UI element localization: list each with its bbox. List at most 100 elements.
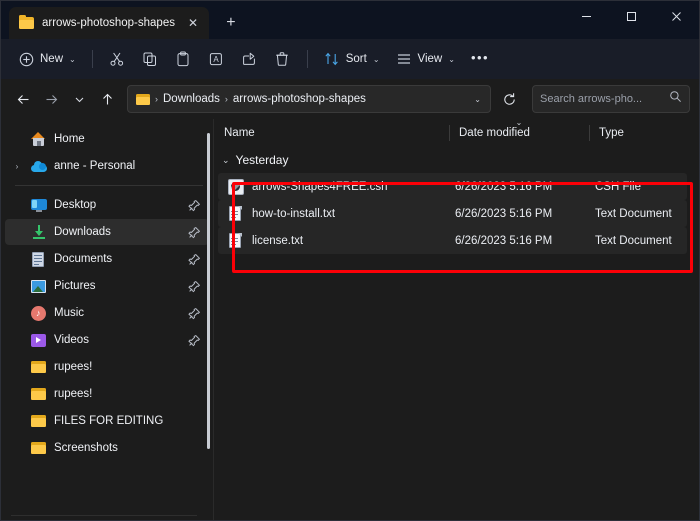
sidebar-scrollbar[interactable] — [207, 133, 210, 449]
sidebar-item-label: Documents — [54, 253, 113, 265]
more-options-button[interactable]: ••• — [464, 45, 496, 73]
view-list-icon — [396, 51, 413, 68]
view-button[interactable]: View ⌄ — [389, 45, 462, 73]
breadcrumb-separator: › — [155, 94, 158, 104]
forward-button[interactable] — [38, 86, 64, 112]
breadcrumb-item-downloads[interactable]: Downloads — [163, 93, 220, 105]
sidebar-item-label: anne - Personal — [54, 160, 136, 172]
recent-locations-button[interactable] — [66, 86, 92, 112]
breadcrumb-separator: › — [224, 94, 228, 104]
column-header-type[interactable]: Type — [589, 119, 699, 147]
sidebar-item-rupees-2[interactable]: rupees! — [5, 381, 209, 407]
file-type-cell: Text Document — [595, 207, 672, 220]
videos-icon — [30, 332, 47, 349]
address-bar: › Downloads › arrows-photoshop-shapes ⌄ … — [1, 79, 699, 119]
trash-icon — [274, 51, 291, 68]
cut-button[interactable] — [102, 45, 133, 73]
pin-icon[interactable] — [188, 280, 201, 293]
table-row[interactable]: how-to-install.txt 6/26/2023 5:16 PM Tex… — [218, 200, 687, 227]
minimize-icon[interactable] — [564, 1, 609, 31]
desktop-icon — [30, 197, 47, 214]
csh-file-icon — [228, 178, 244, 195]
file-date-cell: 6/26/2023 5:16 PM — [455, 180, 553, 193]
chevron-down-icon: ⌄ — [448, 54, 455, 64]
chevron-right-icon[interactable]: › — [11, 162, 23, 171]
sidebar-item-label: Screenshots — [54, 442, 118, 454]
column-header-type-label: Type — [599, 127, 624, 139]
delete-button[interactable] — [267, 45, 298, 73]
sidebar-item-label: Videos — [54, 334, 89, 346]
search-input[interactable]: Search arrows-pho... — [540, 93, 663, 105]
table-row[interactable]: arrows-Shapes4FREE.csh 6/26/2023 5:16 PM… — [218, 173, 687, 200]
folder-icon — [30, 440, 47, 457]
sidebar-item-rupees-1[interactable]: rupees! — [5, 354, 209, 380]
folder-icon — [136, 93, 150, 105]
pin-icon[interactable] — [188, 199, 201, 212]
breadcrumb[interactable]: › Downloads › arrows-photoshop-shapes ⌄ — [127, 85, 491, 113]
copy-button[interactable] — [135, 45, 166, 73]
home-icon — [30, 131, 47, 148]
group-header-yesterday[interactable]: ⌄ Yesterday — [214, 147, 699, 173]
close-icon[interactable]: ✕ — [183, 13, 203, 33]
sidebar-item-label: FILES FOR EDITING — [54, 415, 164, 427]
sidebar-item-onedrive[interactable]: › anne - Personal — [5, 153, 209, 179]
sidebar-item-label: rupees! — [54, 361, 93, 373]
sidebar-item-label: rupees! — [54, 388, 93, 400]
ellipsis-icon: ••• — [470, 49, 490, 65]
sort-button-label: Sort — [345, 53, 367, 65]
sidebar-item-screenshots[interactable]: Screenshots — [5, 435, 209, 461]
sidebar-item-label: Home — [54, 133, 85, 145]
chevron-down-icon[interactable]: ⌄ — [471, 95, 484, 104]
new-button-label: New — [40, 53, 64, 65]
sidebar-item-documents[interactable]: Documents — [5, 246, 209, 272]
sidebar-item-label: Desktop — [54, 199, 97, 211]
sidebar-item-pictures[interactable]: Pictures — [5, 273, 209, 299]
svg-text:A: A — [214, 55, 220, 64]
sort-button[interactable]: Sort ⌄ — [317, 45, 387, 73]
file-explorer-window: arrows-photoshop-shapes ✕ + New ⌄ A Sort… — [0, 0, 700, 521]
maximize-icon[interactable] — [609, 1, 654, 31]
search-icon — [669, 90, 682, 108]
pin-icon[interactable] — [188, 334, 201, 347]
sidebar-item-desktop[interactable]: Desktop — [5, 192, 209, 218]
search-box[interactable]: Search arrows-pho... — [532, 85, 690, 113]
pin-icon[interactable] — [188, 307, 201, 320]
table-row[interactable]: license.txt 6/26/2023 5:16 PM Text Docum… — [218, 227, 687, 254]
column-header-name[interactable]: Name — [214, 119, 449, 147]
file-name-cell: license.txt — [218, 232, 449, 249]
navigation-pane: Home › anne - Personal Desktop Downloads… — [1, 119, 213, 520]
explorer-body: Home › anne - Personal Desktop Downloads… — [1, 118, 699, 520]
close-icon[interactable] — [654, 1, 699, 31]
tab-arrows-photoshop-shapes[interactable]: arrows-photoshop-shapes ✕ — [9, 7, 209, 39]
sidebar-item-videos[interactable]: Videos — [5, 327, 209, 353]
pin-icon[interactable] — [188, 253, 201, 266]
pin-icon[interactable] — [188, 226, 201, 239]
view-button-label: View — [417, 53, 443, 65]
column-header-date-modified[interactable]: ⌄ Date modified — [449, 118, 589, 147]
sidebar-item-downloads[interactable]: Downloads — [5, 219, 209, 245]
refresh-button[interactable] — [496, 86, 522, 112]
toolbar-divider — [306, 50, 308, 68]
back-button[interactable] — [10, 86, 36, 112]
rename-button[interactable]: A — [201, 45, 232, 73]
share-button[interactable] — [234, 45, 265, 73]
column-header-date-label: Date modified — [459, 127, 530, 139]
file-name-cell: how-to-install.txt — [218, 205, 449, 222]
sidebar-item-files-for-editing[interactable]: FILES FOR EDITING — [5, 408, 209, 434]
chevron-down-icon[interactable]: ⌄ — [222, 155, 230, 166]
sidebar-item-home[interactable]: Home — [5, 126, 209, 152]
new-tab-button[interactable]: + — [217, 9, 245, 37]
breadcrumb-item-current[interactable]: arrows-photoshop-shapes — [233, 93, 366, 105]
new-button[interactable]: New ⌄ — [11, 45, 83, 73]
sidebar-item-label: Pictures — [54, 280, 96, 292]
sidebar-item-music[interactable]: ♪ Music — [5, 300, 209, 326]
file-name-cell: arrows-Shapes4FREE.csh — [218, 178, 449, 195]
sidebar-bottom-divider — [11, 515, 197, 516]
up-button[interactable] — [94, 86, 120, 112]
text-file-icon — [228, 205, 244, 222]
paste-button[interactable] — [168, 45, 199, 73]
chevron-down-icon: ⌄ — [372, 54, 380, 64]
file-type-cell: CSH File — [595, 180, 642, 193]
sidebar-item-label: Music — [54, 307, 85, 319]
tab-title: arrows-photoshop-shapes — [42, 17, 175, 29]
